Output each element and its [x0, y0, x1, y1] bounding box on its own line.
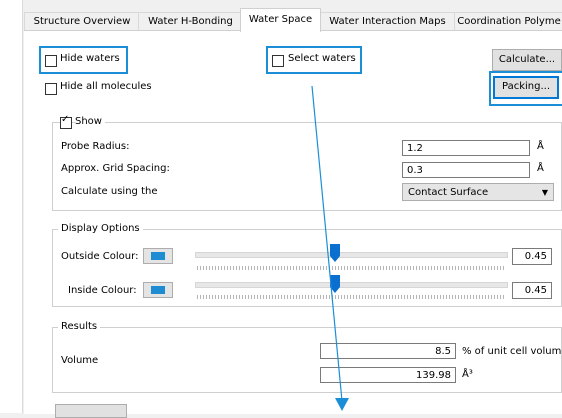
outside-slider-ticks — [197, 266, 505, 270]
tab-bar: Structure Overview Water H-Bonding Water… — [24, 8, 562, 32]
calculate-button[interactable]: Calculate... — [492, 49, 562, 71]
display-options-title: Display Options — [58, 223, 143, 235]
packing-button[interactable]: Packing... — [493, 76, 559, 99]
hide-all-molecules-label: Hide all molecules — [60, 81, 152, 92]
calculate-using-label: Calculate using the — [61, 186, 158, 197]
show-label: Show — [75, 116, 105, 127]
volume-percent-unit: % of unit cell volume — [462, 346, 562, 357]
surface-type-select[interactable]: Contact Surface ▼ — [402, 183, 554, 201]
hide-waters-checkbox[interactable] — [45, 55, 57, 67]
volume-percent-field: 8.5 — [320, 343, 456, 359]
outside-slider-thumb[interactable] — [329, 244, 340, 262]
tab-structure-overview[interactable]: Structure Overview — [24, 12, 140, 31]
inside-slider-ticks — [197, 295, 505, 299]
inside-slider-track[interactable] — [195, 282, 508, 288]
inside-colour-swatch[interactable] — [143, 282, 173, 298]
bottom-button[interactable] — [55, 404, 127, 418]
tab-water-space[interactable]: Water Space — [240, 8, 321, 32]
inside-slider-thumb[interactable] — [329, 275, 340, 293]
select-waters-checkbox[interactable] — [272, 55, 284, 67]
inside-colour-fill — [151, 286, 165, 294]
results-title: Results — [58, 321, 101, 333]
outside-colour-label: Outside Colour: — [61, 251, 139, 262]
tab-water-interaction-maps[interactable]: Water Interaction Maps — [319, 12, 456, 31]
tab-water-h-bonding[interactable]: Water H-Bonding — [138, 12, 243, 31]
surface-type-value: Contact Surface — [408, 187, 489, 198]
volume-label: Volume — [61, 355, 99, 366]
grid-spacing-label: Approx. Grid Spacing: — [61, 163, 170, 174]
probe-radius-unit: Å — [537, 141, 544, 152]
probe-radius-input[interactable]: 1.2 — [402, 140, 530, 156]
chevron-down-icon: ▼ — [541, 188, 548, 197]
hide-all-molecules-checkbox[interactable] — [45, 83, 57, 95]
outside-colour-fill — [151, 252, 165, 260]
show-checkmark-icon: ✓ — [61, 114, 70, 125]
outside-colour-swatch[interactable] — [143, 248, 173, 264]
tab-coordination-polymers[interactable]: Coordination Polyme — [454, 12, 562, 31]
volume-absolute-field: 139.98 — [320, 367, 456, 383]
inside-value-input[interactable]: 0.45 — [512, 282, 552, 299]
outside-slider-track[interactable] — [195, 252, 508, 258]
select-waters-label: Select waters — [288, 53, 356, 64]
volume-absolute-unit: Å³ — [462, 369, 473, 380]
grid-spacing-input[interactable]: 0.3 — [402, 162, 530, 178]
hide-waters-label: Hide waters — [60, 53, 120, 64]
grid-spacing-unit: Å — [537, 163, 544, 174]
results-group: Results — [52, 321, 562, 393]
inside-colour-label: Inside Colour: — [68, 285, 137, 296]
probe-radius-label: Probe Radius: — [61, 141, 130, 152]
left-side-panel — [0, 0, 23, 413]
outside-value-input[interactable]: 0.45 — [512, 248, 552, 265]
